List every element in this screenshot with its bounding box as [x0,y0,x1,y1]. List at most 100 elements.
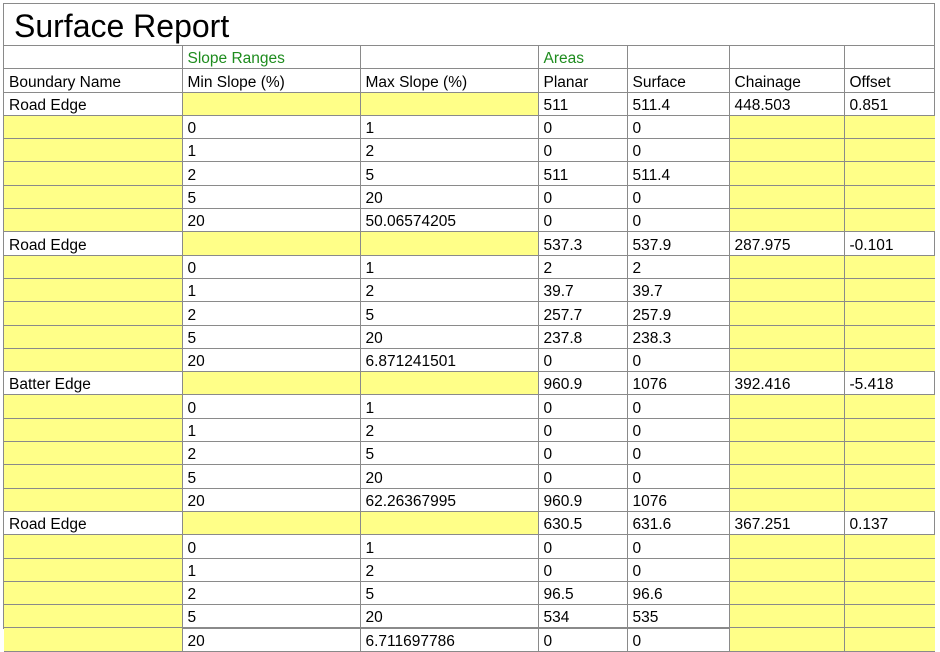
boundary-row: Batter Edge 960.9 1076 392.416 -5.418 [4,371,935,396]
areas-header: Areas [537,46,628,70]
report-body: Slope Ranges Areas Boundary Name Min Slo… [4,46,935,652]
slope-range-row: 0100 [4,114,935,140]
highlight-cell [4,138,183,163]
range-surface-area: 0 [626,138,730,163]
range-planar-area: 0 [537,114,628,140]
highlight-cell [728,277,845,303]
chainage-value: 287.975 [728,231,845,256]
range-planar-area: 534 [537,604,628,629]
range-planar-area: 0 [537,464,628,489]
range-surface-area: 0 [626,114,730,140]
highlight-cell [728,417,845,443]
max-slope: 2 [359,557,539,582]
surface-report: Surface Report Slope Ranges Areas Bounda… [3,3,935,652]
column-header-surface: Surface [626,68,730,93]
range-planar-area: 0 [537,417,628,443]
max-slope: 1 [359,394,539,419]
range-planar-area: 0 [537,627,628,652]
highlight-cell [728,627,845,652]
highlight-cell [181,510,361,536]
surface-area: 511.4 [626,91,730,116]
highlight-cell [843,254,935,279]
min-slope: 20 [181,347,361,373]
range-surface-area: 2 [626,254,730,279]
range-surface-area: 0 [626,627,730,652]
min-slope: 20 [181,487,361,512]
max-slope: 20 [359,184,539,210]
range-planar-area: 0 [537,441,628,466]
max-slope: 2 [359,277,539,303]
min-slope: 2 [181,301,361,326]
max-slope: 5 [359,161,539,186]
chainage-value: 448.503 [728,91,845,116]
planar-area: 537.3 [537,231,628,256]
slope-range-row: 5 20 534 535 [4,604,935,629]
highlight-cell [728,441,845,466]
group-header-blank [843,46,935,70]
highlight-cell [4,394,183,419]
slope-range-row: 5 20 0 0 [4,184,935,210]
highlight-cell [843,487,935,512]
highlight-cell [728,254,845,279]
highlight-cell [728,394,845,419]
highlight-cell [4,254,183,279]
boundary-row: Road Edge 630.5 631.6 367.251 0.137 [4,510,935,536]
max-slope: 1 [359,534,539,559]
range-planar-area: 0 [537,347,628,373]
highlight-cell [359,371,539,396]
min-slope: 0 [181,534,361,559]
report-table: Slope Ranges Areas Boundary Name Min Slo… [4,46,935,652]
surface-area: 1076 [626,371,730,396]
range-surface-area: 511.4 [626,161,730,186]
max-slope: 2 [359,417,539,443]
highlight-cell [728,301,845,326]
boundary-name: Road Edge [4,231,183,256]
range-planar-area: 0 [537,208,628,233]
min-slope: 1 [181,417,361,443]
highlight-cell [4,464,183,489]
min-slope: 2 [181,580,361,606]
column-header-min-slope: Min Slope (%) [181,68,361,93]
min-slope: 2 [181,161,361,186]
highlight-cell [843,580,935,606]
highlight-cell [181,91,361,116]
slope-range-row: 20 6.871241501 0 0 [4,347,935,373]
chainage-value: 392.416 [728,371,845,396]
highlight-cell [728,604,845,629]
chainage-value: 367.251 [728,510,845,536]
highlight-cell [4,417,183,443]
range-surface-area: 1076 [626,487,730,512]
highlight-cell [359,231,539,256]
range-surface-area: 0 [626,208,730,233]
min-slope: 5 [181,464,361,489]
highlight-cell [728,138,845,163]
max-slope: 5 [359,301,539,326]
range-surface-area: 0 [626,464,730,489]
highlight-cell [4,557,183,582]
range-surface-area: 96.6 [626,580,730,606]
boundary-row: Road Edge 511 511.4 448.503 0.851 [4,91,935,116]
highlight-cell [728,208,845,233]
column-header-chainage: Chainage [728,68,845,93]
slope-ranges-header: Slope Ranges [181,46,361,70]
highlight-cell [843,208,935,233]
range-planar-area: 39.7 [537,277,628,303]
range-surface-area: 238.3 [626,324,730,349]
range-planar-area: 257.7 [537,301,628,326]
range-planar-area: 960.9 [537,487,628,512]
group-header-blank [4,46,183,70]
column-header-row: Boundary Name Min Slope (%) Max Slope (%… [4,68,935,93]
min-slope: 1 [181,557,361,582]
min-slope: 1 [181,138,361,163]
range-planar-area: 0 [537,557,628,582]
min-slope: 5 [181,604,361,629]
range-surface-area: 0 [626,184,730,210]
highlight-cell [728,347,845,373]
boundary-name: Batter Edge [4,371,183,396]
range-surface-area: 0 [626,557,730,582]
range-surface-area: 0 [626,534,730,559]
range-planar-area: 511 [537,161,628,186]
highlight-cell [728,324,845,349]
highlight-cell [4,627,183,652]
highlight-cell [181,371,361,396]
